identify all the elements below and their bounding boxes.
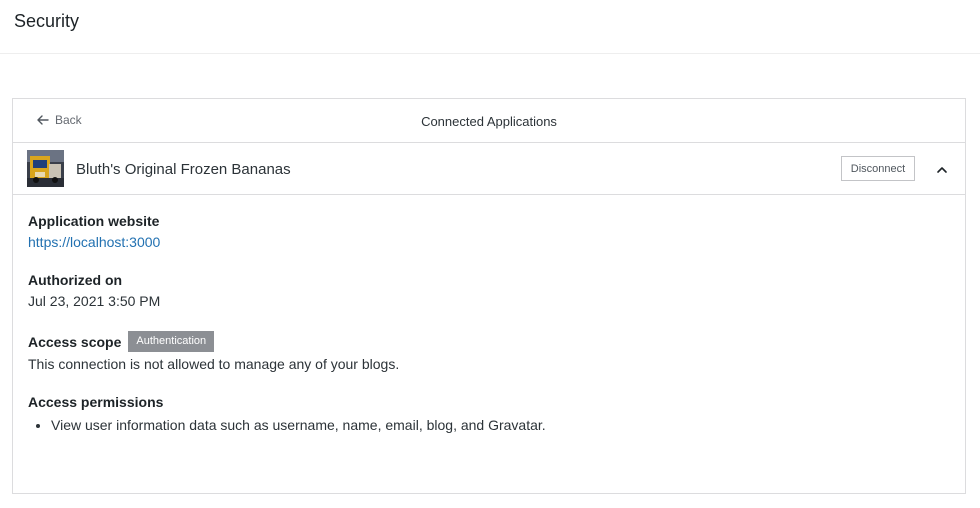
card-header: Back Connected Applications xyxy=(13,99,965,143)
authorized-value: Jul 23, 2021 3:50 PM xyxy=(28,293,161,309)
app-details: Application website https://localhost:30… xyxy=(13,195,965,433)
scope-header: Access scope Authentication xyxy=(28,331,965,352)
permissions-label: Access permissions xyxy=(28,394,164,410)
permissions-list: View user information data such as usern… xyxy=(28,417,965,433)
connected-applications-card: Back Connected Applications Bluth's Orig… xyxy=(12,98,966,494)
scope-label: Access scope xyxy=(28,333,122,350)
collapse-toggle-button[interactable] xyxy=(931,160,953,178)
website-link[interactable]: https://localhost:3000 xyxy=(28,234,160,250)
chevron-up-icon xyxy=(936,162,948,177)
app-thumbnail-icon xyxy=(27,150,64,187)
card-title: Connected Applications xyxy=(421,114,557,129)
scope-badge: Authentication xyxy=(128,331,215,352)
list-item: View user information data such as usern… xyxy=(51,417,965,433)
app-name: Bluth's Original Frozen Bananas xyxy=(76,161,291,178)
permissions-field: Access permissions View user information… xyxy=(28,394,965,433)
scope-description: This connection is not allowed to manage… xyxy=(28,356,400,372)
scope-field: Access scope Authentication This connect… xyxy=(28,331,965,372)
app-row[interactable]: Bluth's Original Frozen Bananas Disconne… xyxy=(13,143,965,195)
disconnect-button[interactable]: Disconnect xyxy=(841,156,915,181)
page-header: Security xyxy=(0,0,980,54)
website-label: Application website xyxy=(28,213,160,229)
page-title: Security xyxy=(14,11,80,31)
authorized-field: Authorized on Jul 23, 2021 3:50 PM xyxy=(28,272,965,309)
authorized-label: Authorized on xyxy=(28,272,123,288)
website-field: Application website https://localhost:30… xyxy=(28,213,965,250)
